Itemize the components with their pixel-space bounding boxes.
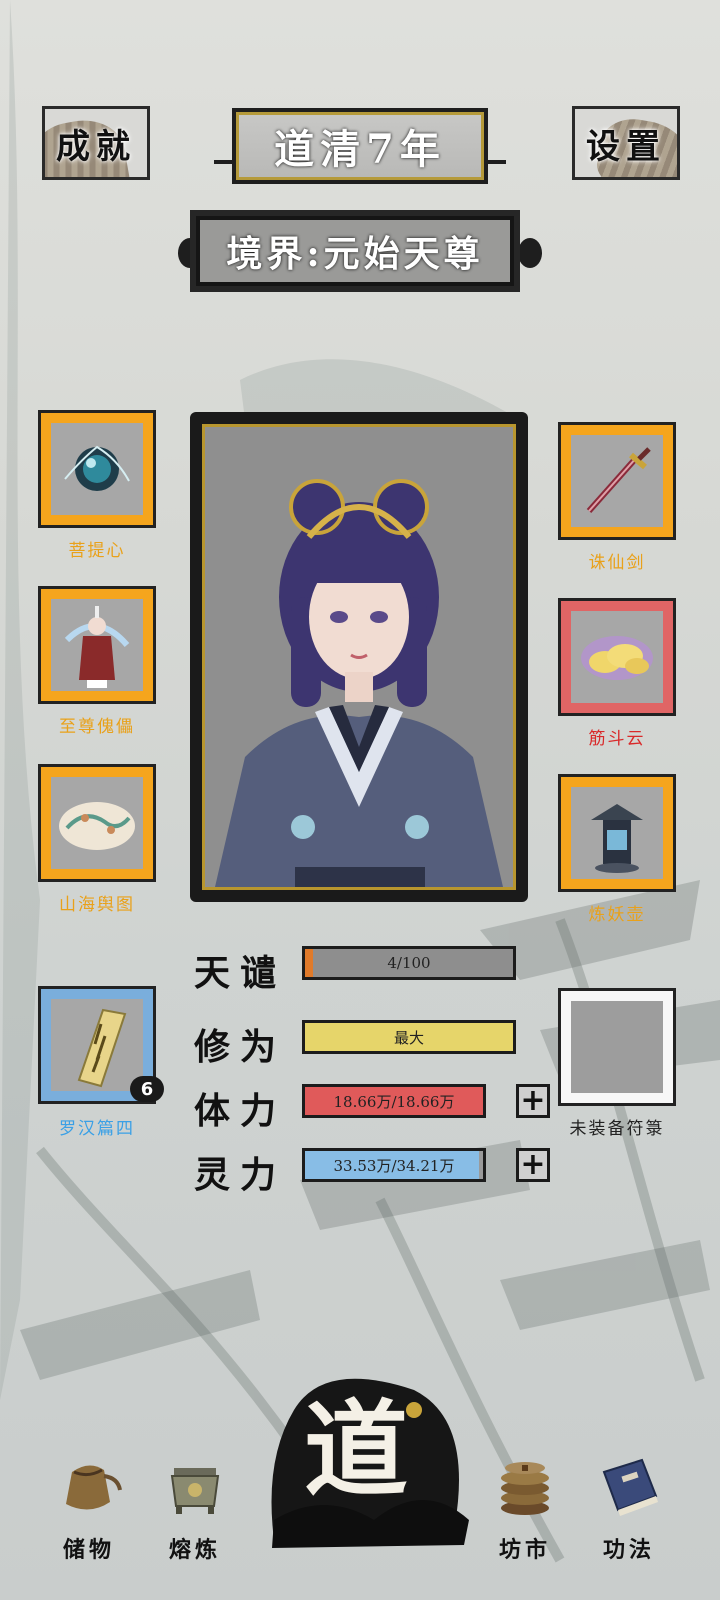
talisman-icon bbox=[77, 1008, 127, 1088]
character-illustration bbox=[215, 479, 503, 887]
tili-bar: 18.66万/18.66万 bbox=[302, 1084, 486, 1118]
tianqian-bar-fill bbox=[305, 949, 314, 977]
stat-label-lingli: 灵力 bbox=[194, 1154, 287, 1196]
sword-icon bbox=[586, 447, 651, 513]
pagoda-icon bbox=[591, 804, 643, 873]
realm-right-cap bbox=[518, 238, 542, 268]
pouch-icon bbox=[66, 1465, 122, 1510]
stat-label-tili: 体力 bbox=[194, 1090, 287, 1132]
nav-storage-label: 储物 bbox=[62, 1537, 115, 1563]
stat-label-xiuwei: 修为 bbox=[194, 1026, 287, 1068]
nav-storage[interactable]: 储物 bbox=[44, 1450, 134, 1564]
talisman-slot-empty[interactable] bbox=[558, 988, 676, 1106]
tili-plus-button[interactable]: + bbox=[516, 1084, 550, 1118]
slot-label-zhuxian-sword: 诛仙剑 bbox=[588, 553, 646, 573]
slot-label-empty-talisman: 未装备符箓 bbox=[569, 1119, 665, 1139]
xiuwei-bar: 最大 bbox=[302, 1020, 516, 1054]
tili-value: 18.66万/18.66万 bbox=[333, 1092, 455, 1111]
cloud-icon bbox=[581, 636, 653, 680]
equip-slot-zhuxian-sword[interactable] bbox=[558, 422, 676, 540]
settings-button[interactable]: 设置 bbox=[572, 106, 680, 180]
achievements-button[interactable]: 成就 bbox=[42, 106, 150, 180]
nav-refine[interactable]: 熔炼 bbox=[150, 1450, 240, 1564]
nav-refine-label: 熔炼 bbox=[168, 1537, 221, 1563]
character-portrait-frame[interactable] bbox=[190, 412, 528, 902]
year-label: 道清7年 bbox=[274, 126, 446, 173]
slot-label-bodhi-heart: 菩提心 bbox=[68, 541, 126, 561]
realm-label: 境界:元始天尊 bbox=[226, 233, 484, 275]
tianqian-bar: 4/100 bbox=[302, 946, 516, 980]
equip-slot-demon-gourd[interactable] bbox=[558, 774, 676, 892]
orb-icon bbox=[64, 445, 130, 491]
slot-label-arhat: 罗汉篇四 bbox=[59, 1119, 135, 1139]
tianqian-value: 4/100 bbox=[387, 954, 431, 972]
slot-label-somersault-cloud: 筋斗云 bbox=[588, 729, 646, 749]
slot-label-supreme-puppet: 至尊傀儡 bbox=[59, 717, 135, 737]
nav-market[interactable]: 坊市 bbox=[480, 1450, 570, 1564]
cauldron-icon bbox=[170, 1468, 220, 1514]
book-icon bbox=[602, 1458, 658, 1516]
lingli-plus-button[interactable]: + bbox=[516, 1148, 550, 1182]
map-scroll-icon bbox=[59, 802, 135, 850]
coin-stack-icon bbox=[501, 1462, 549, 1515]
dao-label: 道 bbox=[304, 1388, 409, 1511]
year-plaque: 道清7年 bbox=[232, 108, 488, 184]
slot-label-demon-gourd: 炼妖壶 bbox=[588, 905, 646, 925]
character-portrait bbox=[202, 424, 516, 890]
nav-dao[interactable]: 道 bbox=[264, 1370, 474, 1580]
slot-label-mountain-sea-scroll: 山海舆图 bbox=[59, 895, 135, 915]
nav-skills[interactable]: 功法 bbox=[584, 1450, 674, 1564]
puppet-icon bbox=[64, 606, 130, 688]
nav-market-label: 坊市 bbox=[498, 1537, 551, 1563]
realm-plaque: 境界:元始天尊 bbox=[196, 216, 514, 286]
lingli-value: 33.53万/34.21万 bbox=[333, 1156, 455, 1175]
settings-label: 设置 bbox=[586, 126, 666, 167]
equip-slot-supreme-puppet[interactable] bbox=[38, 586, 156, 704]
achievements-label: 成就 bbox=[56, 126, 136, 167]
nav-skills-label: 功法 bbox=[602, 1537, 655, 1563]
stat-label-tianqian: 天谴 bbox=[194, 952, 287, 994]
item-count-badge: 6 bbox=[130, 1076, 164, 1102]
equip-slot-mountain-sea-scroll[interactable] bbox=[38, 764, 156, 882]
xiuwei-value: 最大 bbox=[393, 1028, 424, 1047]
equip-slot-bodhi-heart[interactable] bbox=[38, 410, 156, 528]
lingli-bar: 33.53万/34.21万 bbox=[302, 1148, 486, 1182]
equip-slot-somersault-cloud[interactable] bbox=[558, 598, 676, 716]
